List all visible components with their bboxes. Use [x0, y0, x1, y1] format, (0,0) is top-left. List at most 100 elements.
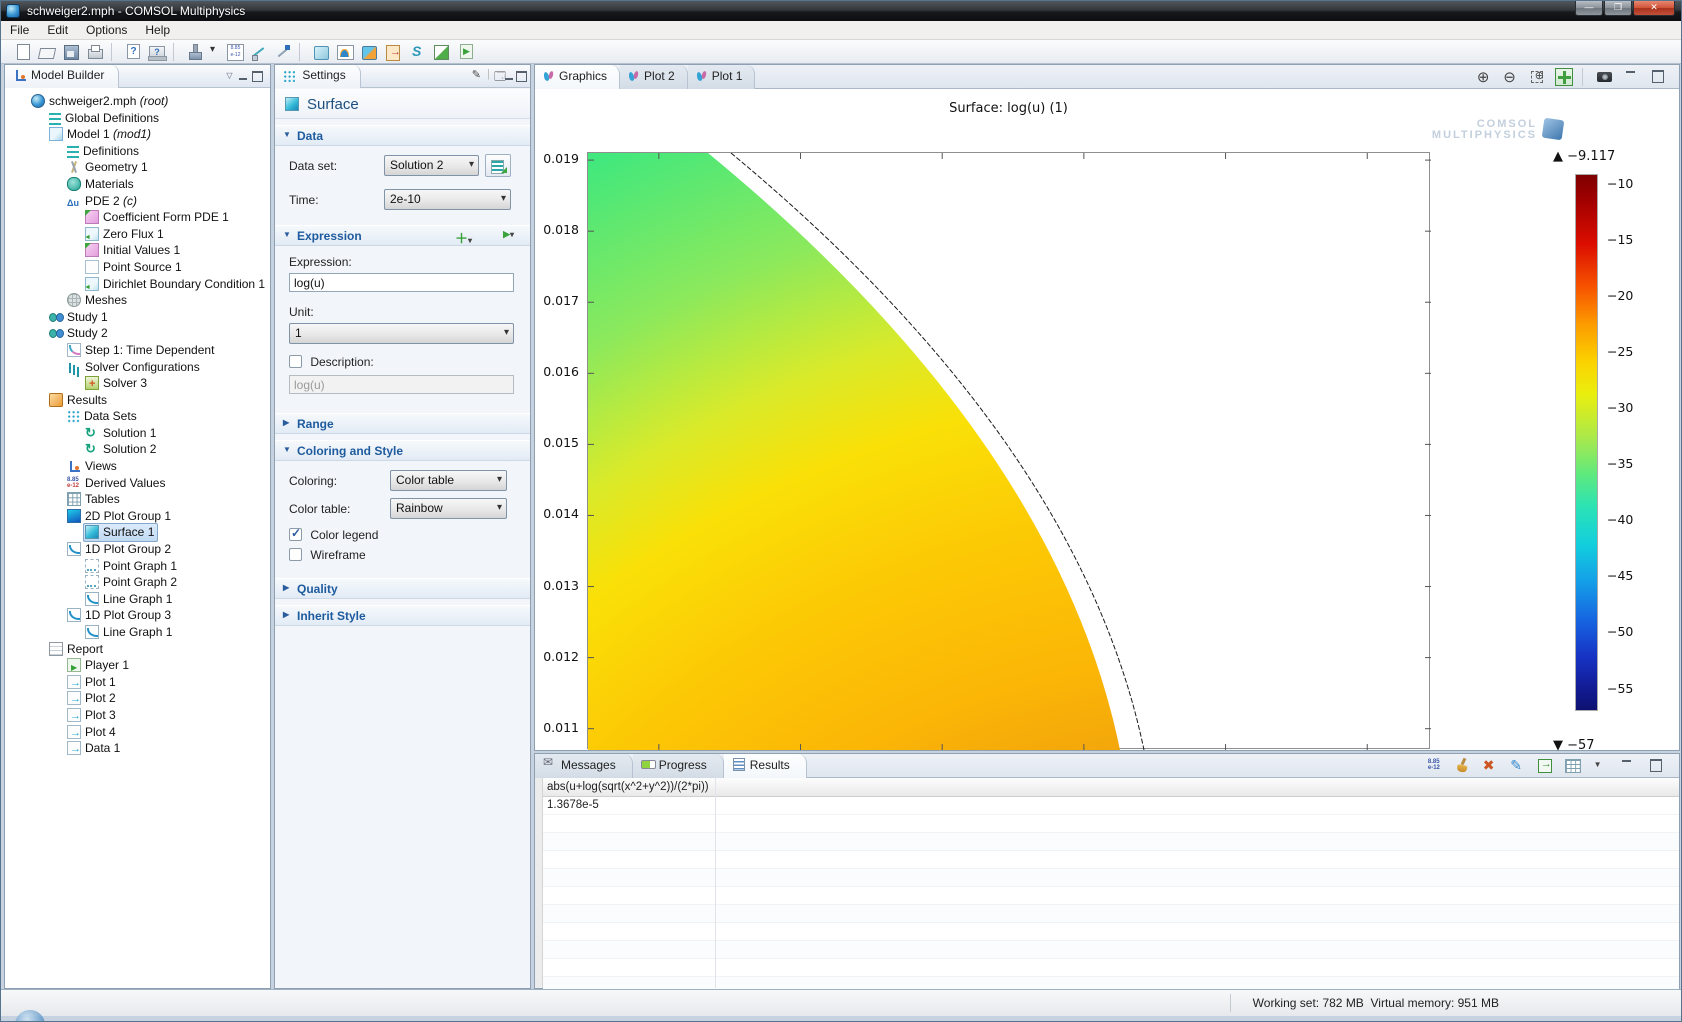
tree-item[interactable]: Study 2 — [5, 324, 270, 341]
tree-item[interactable]: Coefficient Form PDE 1 — [5, 208, 270, 225]
tree-item[interactable]: Plot 4 — [5, 723, 270, 740]
geometry-node-icon[interactable] — [312, 43, 330, 61]
save-icon[interactable] — [62, 43, 80, 61]
tree-item[interactable]: Solver Configurations — [5, 358, 270, 375]
constants-icon[interactable] — [226, 43, 244, 61]
plot-brush-icon[interactable] — [1509, 757, 1527, 775]
tree-item[interactable]: Zero Flux 1 — [5, 225, 270, 242]
help-icon[interactable] — [124, 43, 142, 61]
tree-item[interactable]: 2D Plot Group 1 — [5, 507, 270, 524]
tree-item[interactable]: Materials — [5, 175, 270, 192]
tree-item[interactable]: Solution 2 — [5, 440, 270, 457]
zoom-extents-icon[interactable] — [1555, 68, 1573, 86]
print-icon[interactable] — [86, 43, 104, 61]
graphics-tab[interactable]: Plot 2 — [620, 65, 688, 89]
tree-item[interactable]: schweiger2.mph (root) — [5, 92, 270, 109]
info-tab[interactable]: Progress — [633, 754, 724, 778]
panel-max-icon[interactable] — [1647, 757, 1665, 775]
tree-item[interactable]: PDE 2 (c) — [5, 192, 270, 209]
zoom-in-icon[interactable] — [1476, 68, 1494, 86]
tree-item[interactable]: Dirichlet Boundary Condition 1 — [5, 275, 270, 292]
model-builder-tab[interactable]: Model Builder — [5, 65, 119, 88]
tree-menu-button[interactable] — [223, 70, 236, 82]
plot-area[interactable] — [587, 152, 1430, 749]
plot-node-icon[interactable] — [336, 43, 354, 61]
graphics-tab[interactable]: Plot 1 — [688, 65, 756, 89]
color-table-select[interactable]: Rainbow — [390, 498, 507, 519]
material-color-icon[interactable] — [186, 43, 204, 61]
expression-input[interactable]: log(u) — [289, 273, 514, 292]
section-quality[interactable]: ▶Quality — [275, 578, 530, 599]
menu-item[interactable]: File — [1, 21, 38, 39]
tree-item[interactable]: Solver 3 — [5, 374, 270, 391]
tree-item[interactable]: Step 1: Time Dependent — [5, 341, 270, 358]
panel-maximize-button[interactable] — [251, 70, 264, 82]
tree-item[interactable]: Derived Values — [5, 474, 270, 491]
tree-item[interactable]: Plot 2 — [5, 689, 270, 706]
tree-item[interactable]: Definitions — [5, 142, 270, 159]
snapshot-icon[interactable] — [1596, 68, 1614, 86]
compute-check-icon[interactable] — [432, 43, 450, 61]
tree-item[interactable]: Results — [5, 391, 270, 408]
clear-table-icon[interactable] — [1454, 757, 1472, 775]
edit-dataset-button[interactable] — [485, 154, 511, 177]
menu-item[interactable]: Options — [77, 21, 136, 39]
unit-select[interactable]: 1 — [289, 323, 514, 344]
zoom-box-icon[interactable] — [1529, 68, 1547, 86]
tree-item[interactable]: Initial Values 1 — [5, 241, 270, 258]
tree-item[interactable]: Report — [5, 640, 270, 657]
settings-tab[interactable]: Settings — [275, 65, 361, 88]
tree-item[interactable]: Data Sets — [5, 407, 270, 424]
minimize-button[interactable]: — — [1575, 1, 1603, 16]
coloring-select[interactable]: Color table — [390, 470, 507, 491]
tree-item[interactable]: Plot 1 — [5, 673, 270, 690]
graphics-tab[interactable]: Graphics — [535, 65, 620, 89]
export-table-icon[interactable] — [1537, 757, 1555, 775]
style-brush-icon[interactable]: ✎ — [472, 68, 481, 81]
close-button[interactable]: ✕ — [1633, 1, 1675, 16]
more-caret-icon[interactable] — [1592, 757, 1610, 775]
data-set-select[interactable]: Solution 2 — [384, 155, 479, 176]
start-orb-icon[interactable] — [15, 1010, 45, 1022]
tree-item[interactable]: Line Graph 1 — [5, 623, 270, 640]
panel-minimize-button[interactable] — [237, 70, 250, 82]
zoom-out-icon[interactable] — [1502, 68, 1520, 86]
tree-item[interactable]: Point Source 1 — [5, 258, 270, 275]
section-inherit-style[interactable]: ▶Inherit Style — [275, 605, 530, 626]
plot-canvas[interactable]: Surface: log(u) (1) COMSOLMULTIPHYSICS — [535, 89, 1679, 750]
draw-line-icon[interactable] — [250, 43, 268, 61]
tree-item[interactable]: Tables — [5, 490, 270, 507]
menu-item[interactable]: Edit — [38, 21, 77, 39]
table-header-row[interactable]: abs(u+log(sqrt(x^2+y^2))/(2*pi)) — [543, 778, 1679, 797]
table-row[interactable]: 1.3678e-5 — [543, 797, 1679, 815]
model-cube-icon[interactable] — [360, 43, 378, 61]
panel-min-icon[interactable] — [1623, 68, 1641, 86]
open-file-icon[interactable] — [38, 43, 56, 61]
info-tab[interactable]: Messages — [535, 754, 633, 778]
description-checkbox[interactable] — [289, 355, 302, 368]
panel-max-icon[interactable] — [1649, 68, 1667, 86]
wireframe-checkbox[interactable] — [289, 548, 302, 561]
delete-icon[interactable] — [1482, 757, 1500, 775]
tree-item[interactable]: Player 1 — [5, 656, 270, 673]
tree-item[interactable]: Data 1 — [5, 739, 270, 756]
tree-item[interactable]: Line Graph 1 — [5, 590, 270, 607]
tree-item[interactable]: Views — [5, 457, 270, 474]
tree-item[interactable]: Global Definitions — [5, 109, 270, 126]
section-range[interactable]: ▶Range — [275, 413, 530, 434]
table-grid-icon[interactable] — [1564, 757, 1582, 775]
tree-item[interactable]: 1D Plot Group 2 — [5, 540, 270, 557]
dropdown-caret-icon[interactable] — [210, 43, 220, 61]
panel-maximize-button[interactable] — [515, 70, 528, 82]
tree-item[interactable]: Model 1 (mod1) — [5, 125, 270, 142]
section-data[interactable]: ▼Data — [275, 125, 530, 146]
precision-icon[interactable] — [1427, 757, 1445, 775]
play-animation-icon[interactable] — [456, 43, 474, 61]
import-data-icon[interactable] — [384, 43, 402, 61]
color-legend-checkbox[interactable] — [289, 528, 302, 541]
replace-expression-icon[interactable]: ▶▾ — [503, 228, 514, 240]
new-file-icon[interactable] — [14, 43, 32, 61]
panel-min-icon[interactable] — [1619, 757, 1637, 775]
tree-item[interactable]: Plot 3 — [5, 706, 270, 723]
info-tab[interactable]: Results — [724, 754, 807, 778]
